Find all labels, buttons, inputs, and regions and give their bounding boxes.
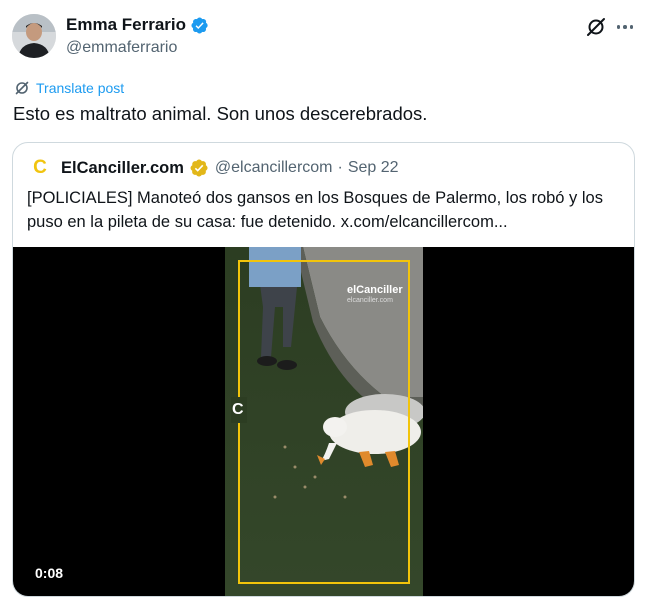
more-dot [616,25,621,29]
grok-icon [587,18,605,36]
author-name[interactable]: Emma Ferrario [66,15,209,35]
quote-author-logo[interactable]: C [29,157,51,179]
tweet-text: Esto es maltrato animal. Son unos descer… [13,103,428,124]
quoted-post[interactable]: C ElCanciller.com @elcancillercom · Sep … [12,142,635,597]
video-frame-letter: C [232,401,244,418]
video-watermark: elCanciller [347,284,403,296]
video-frame [225,247,423,596]
quote-author-name[interactable]: ElCanciller.com [61,159,184,178]
more-dot [623,25,627,29]
verified-badge-icon [191,16,208,34]
translate-label[interactable]: Translate post [36,80,124,96]
translate-icon [15,81,29,95]
gold-verified-icon [190,159,208,177]
quote-author-handle[interactable]: @elcancillercom [215,159,333,177]
more-button[interactable] [614,16,636,38]
avatar[interactable] [12,14,56,58]
video-watermark-handle: elcanciller.com [347,297,393,304]
video-duration: 0:08 [35,565,64,581]
quote-text: [POLICIALES] Manoteó dos gansos en los B… [27,189,603,231]
author-handle[interactable]: @emmaferrario [66,39,209,57]
translate-post-link[interactable]: Translate post [14,80,124,96]
author-name-text[interactable]: Emma Ferrario [66,15,186,35]
separator-dot: · [337,159,343,176]
grok-button[interactable] [584,15,608,39]
video-player[interactable]: elCanciller elcanciller.com C 0:08 [13,247,634,596]
quote-date[interactable]: Sep 22 [348,159,399,177]
more-dot [629,25,634,29]
